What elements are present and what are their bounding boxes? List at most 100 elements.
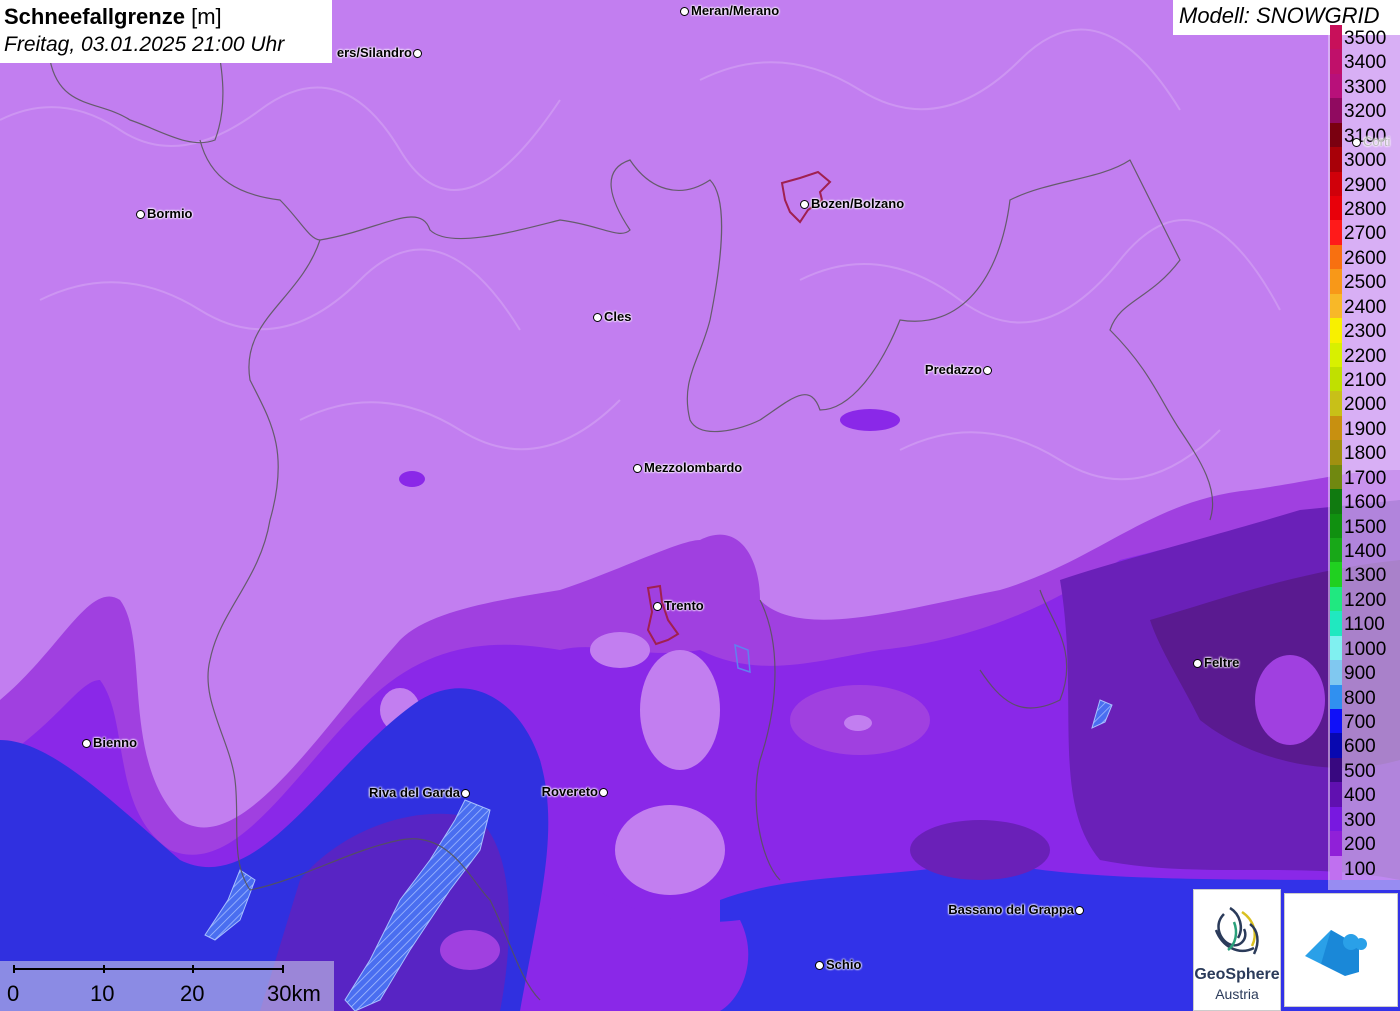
legend-label: 2100 — [1344, 370, 1387, 391]
legend-swatch — [1330, 293, 1342, 319]
legend-swatch — [1330, 660, 1342, 685]
geosphere-logo[interactable]: GeoSphere Austria — [1193, 889, 1281, 1011]
city-label: Corti — [1363, 134, 1391, 149]
legend-label: 1100 — [1344, 614, 1385, 636]
legend-item: 3200 — [1328, 98, 1400, 123]
legend-swatch — [1330, 806, 1342, 832]
legend-label: 3300 — [1344, 76, 1387, 98]
city-dot — [653, 602, 662, 611]
legend-swatch — [1330, 342, 1342, 367]
geosphere-emblem-icon — [1214, 906, 1259, 955]
legend-swatch — [1330, 25, 1342, 50]
legend-item: 2100 — [1328, 367, 1400, 392]
city-dot — [1352, 138, 1361, 147]
legend-swatch — [1330, 49, 1342, 74]
legend-item: 1100 — [1328, 611, 1400, 636]
legend-label: 1600 — [1344, 492, 1387, 514]
scale-label-0: 0 — [7, 981, 20, 1006]
legend-label: 500 — [1344, 760, 1376, 782]
city-label: ers/Silandro — [336, 45, 412, 60]
legend-item: 1300 — [1328, 562, 1400, 587]
city-label: Predazzo — [924, 362, 982, 377]
legend-swatch — [1330, 196, 1342, 221]
legend-label: 1300 — [1344, 565, 1387, 587]
legend-swatch — [1330, 98, 1342, 123]
city-label: Mezzolombardo — [644, 460, 743, 475]
legend-label: 2200 — [1344, 345, 1387, 367]
legend-item: 2300 — [1328, 318, 1400, 343]
legend-label: 2600 — [1344, 247, 1387, 269]
city-label: Schio — [826, 957, 862, 972]
legend-label: 2900 — [1344, 174, 1387, 196]
legend-swatch — [1330, 367, 1342, 392]
legend-item: 2500 — [1328, 269, 1400, 294]
legend-swatch — [1330, 709, 1342, 734]
legend-item: 3500 — [1328, 25, 1400, 50]
scale-label-30km: 30km — [267, 981, 321, 1006]
snowfall-line-map — [0, 0, 1400, 1011]
legend-label: 100 — [1344, 858, 1376, 880]
legend-item: 3000 — [1328, 147, 1400, 172]
legend-swatch — [1330, 318, 1342, 343]
legend-label: 1400 — [1344, 541, 1387, 562]
legend-item: 2900 — [1328, 171, 1400, 196]
scale-label-20: 20 — [180, 981, 205, 1006]
legend-label: 3000 — [1344, 150, 1387, 172]
weather-arrow-icon — [1305, 930, 1367, 976]
legend-item: 3400 — [1328, 49, 1400, 74]
legend-swatch — [1330, 244, 1342, 270]
legend-item: 500 — [1328, 757, 1400, 783]
legend-item: 1500 — [1328, 513, 1400, 538]
legend-label: 2300 — [1344, 321, 1387, 343]
legend-swatch — [1330, 415, 1342, 441]
legend-label: 900 — [1344, 663, 1376, 685]
city-dot — [136, 210, 145, 219]
legend-item: 2700 — [1328, 220, 1400, 245]
legend-swatch — [1330, 538, 1342, 563]
legend-label: 2700 — [1344, 223, 1387, 245]
legend-label: 1200 — [1344, 589, 1387, 611]
legend-item: 1400 — [1328, 538, 1400, 563]
legend-label: 600 — [1344, 736, 1376, 758]
city-label: Cles — [604, 309, 632, 324]
legend-swatch — [1330, 147, 1342, 172]
title-main: Schneefallgrenze — [4, 4, 185, 29]
city-label: Rovereto — [541, 784, 598, 799]
city-dot — [633, 464, 642, 473]
city-dot — [1075, 906, 1084, 915]
color-legend: 3500 3400 3300 3200 3100 3000 2900 2800 2700 2600… — [1328, 25, 1400, 890]
legend-label: 300 — [1344, 809, 1376, 831]
scale-bar: 0 10 20 30km — [0, 961, 334, 1011]
city-dot — [413, 49, 422, 58]
legend-swatch — [1330, 586, 1342, 612]
city-label: Bienno — [93, 735, 138, 750]
geosphere-country: Austria — [1215, 986, 1259, 1002]
map-datetime: Freitag, 03.01.2025 21:00 Uhr — [4, 33, 285, 56]
legend-label: 1500 — [1344, 516, 1387, 538]
legend-swatch — [1330, 269, 1342, 294]
legend-swatch — [1330, 391, 1342, 416]
legend-item: 1900 — [1328, 415, 1400, 441]
legend-label: 1000 — [1344, 638, 1387, 660]
geosphere-name: GeoSphere — [1194, 966, 1280, 983]
weather-app-logo[interactable] — [1284, 893, 1398, 1007]
legend-item: 400 — [1328, 782, 1400, 807]
city-label: Riva del Garda — [368, 785, 460, 800]
legend-swatch — [1330, 440, 1342, 465]
legend-label: 3400 — [1344, 52, 1387, 74]
city-dot — [599, 788, 608, 797]
legend-swatch — [1330, 562, 1342, 587]
legend-label: 400 — [1344, 785, 1376, 807]
legend-label: 800 — [1344, 687, 1376, 709]
legend-label: 3500 — [1344, 28, 1387, 49]
legend-swatch — [1330, 171, 1342, 196]
city-label: Trento — [664, 598, 704, 613]
legend-swatch — [1330, 831, 1342, 856]
legend-label: 2500 — [1344, 272, 1387, 294]
legend-swatch — [1330, 733, 1342, 758]
city-label: Bormio — [147, 206, 193, 221]
city-dot — [680, 7, 689, 16]
legend-label: 1700 — [1344, 467, 1387, 489]
city-dot — [82, 739, 91, 748]
legend-item: 2000 — [1328, 391, 1400, 416]
